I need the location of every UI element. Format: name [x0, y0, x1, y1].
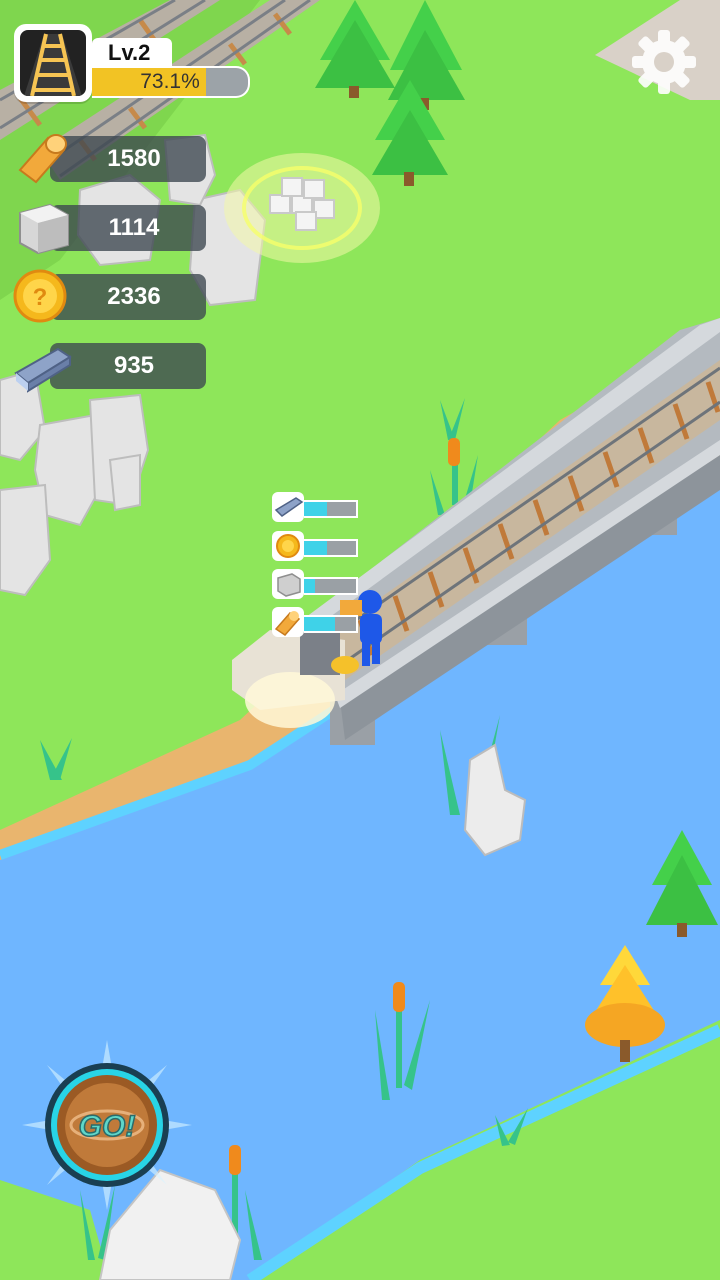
carry-meter-rail	[272, 492, 360, 522]
carry-meter-wood	[272, 607, 360, 637]
meter-fill	[304, 541, 328, 555]
resource-value: 2336	[107, 283, 161, 310]
resource-value: 935	[113, 352, 155, 379]
svg-text:?: ?	[33, 284, 48, 311]
stone-block-icon	[272, 569, 304, 599]
resource-counter-wood: 1580	[12, 134, 206, 184]
go-label: GO!	[79, 1110, 136, 1143]
stone-pickup	[224, 153, 380, 263]
meter-fill	[304, 617, 336, 631]
meter-fill	[304, 502, 328, 516]
rail-icon	[272, 492, 304, 522]
resource-counter-rail: 935	[12, 341, 206, 393]
resource-counter-stone: 1114	[12, 203, 206, 255]
carry-meter-coin	[272, 531, 360, 561]
log-icon	[272, 607, 304, 637]
level-progress-text: 73.1%	[140, 70, 200, 93]
resource-value: 1580	[107, 145, 161, 172]
resource-value: 1114	[108, 214, 160, 241]
meter-fill	[304, 579, 316, 593]
level-label: Lv.2	[92, 38, 172, 68]
level-progress-bar: 73.1%	[92, 66, 250, 98]
settings-gear-icon[interactable]	[626, 24, 702, 100]
go-button[interactable]: GO!	[22, 1040, 192, 1210]
coin-icon	[272, 531, 304, 561]
resource-counter-coin: ? 2336	[12, 269, 206, 323]
carry-meter-stone	[272, 569, 360, 599]
track-level-icon	[14, 24, 92, 102]
